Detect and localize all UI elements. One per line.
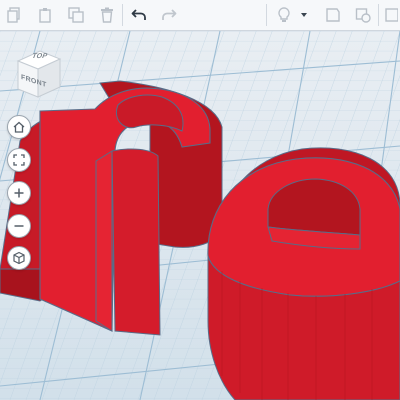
perspective-button[interactable] — [7, 246, 31, 270]
fit-view-button[interactable] — [7, 148, 31, 172]
copy-icon — [7, 7, 20, 23]
undo-button[interactable] — [127, 3, 151, 27]
zoom-in-icon — [14, 188, 24, 198]
view-cube-top-label: TOP — [30, 53, 49, 60]
zoom-out-button[interactable] — [7, 214, 31, 238]
panel-button[interactable] — [382, 3, 400, 27]
toolbar-divider — [378, 4, 379, 26]
toolbar-divider — [266, 4, 267, 26]
paste-button[interactable] — [33, 3, 57, 27]
paste-icon — [39, 8, 51, 23]
top-toolbar — [0, 0, 400, 31]
delete-icon — [101, 7, 113, 23]
lightbulb-button[interactable] — [272, 3, 296, 27]
duplicate-button[interactable] — [64, 3, 88, 27]
lightbulb-dropdown[interactable] — [297, 3, 311, 27]
red-letter-e-shape[interactable] — [207, 147, 400, 400]
zoom-in-button[interactable] — [7, 181, 31, 205]
delete-button[interactable] — [95, 3, 119, 27]
undo-icon — [131, 9, 146, 20]
copy-button[interactable] — [2, 3, 26, 27]
shape-note-icon — [326, 8, 340, 22]
dropdown-arrow-icon — [301, 13, 307, 17]
shape-group-button[interactable] — [351, 3, 375, 27]
shape-note-button[interactable] — [321, 3, 345, 27]
lightbulb-icon — [278, 7, 290, 22]
toolbar-divider — [122, 4, 123, 26]
perspective-icon — [13, 251, 25, 265]
redo-icon — [162, 9, 177, 20]
duplicate-icon — [68, 7, 84, 23]
home-view-button[interactable] — [7, 115, 31, 139]
shape-group-icon — [355, 8, 371, 23]
fit-view-icon — [13, 154, 25, 166]
view-cube[interactable]: TOP FRONT — [14, 47, 68, 107]
workplane-viewport[interactable]: TOP FRONT — [0, 31, 400, 400]
zoom-out-icon — [14, 225, 24, 227]
panel-icon — [385, 8, 398, 22]
home-icon — [13, 121, 25, 133]
redo-button[interactable] — [157, 3, 181, 27]
